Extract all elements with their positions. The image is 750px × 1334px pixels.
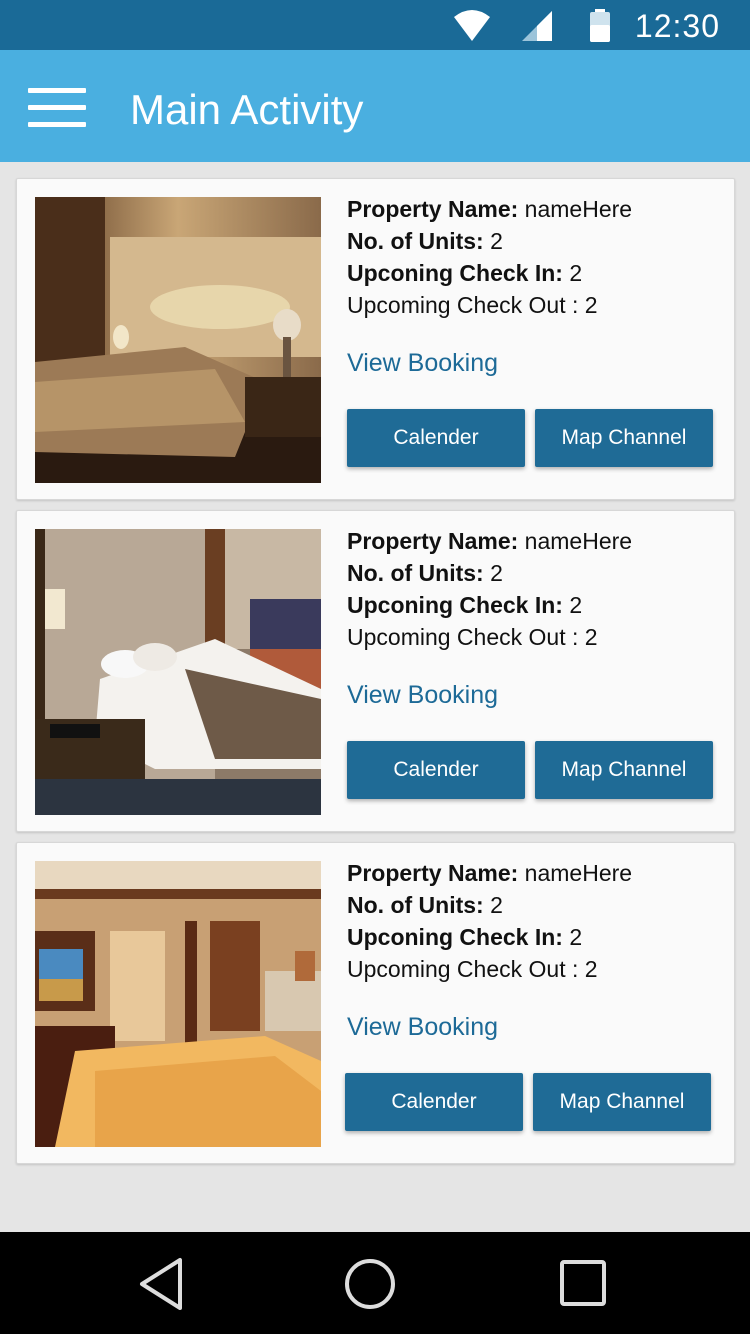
check-out-label: Upcoming Check Out bbox=[347, 292, 566, 318]
back-icon[interactable] bbox=[134, 1256, 190, 1312]
check-out-value: : 2 bbox=[571, 956, 598, 982]
calendar-button[interactable]: Calender bbox=[347, 409, 525, 467]
check-in-value: 2 bbox=[569, 924, 583, 950]
view-booking-link[interactable]: View Booking bbox=[347, 349, 498, 378]
property-name-value: nameHere bbox=[524, 196, 633, 222]
page-title: Main Activity bbox=[130, 86, 364, 133]
check-out-value: : 2 bbox=[571, 624, 598, 650]
property-name-value: nameHere bbox=[524, 860, 633, 886]
wifi-icon bbox=[452, 9, 492, 48]
check-in-label: Upconing Check In: bbox=[347, 260, 563, 286]
check-in-value: 2 bbox=[569, 592, 583, 618]
units-label: No. of Units: bbox=[347, 228, 484, 254]
property-info: Property Name: nameHere No. of Units: 2 … bbox=[347, 193, 727, 321]
property-name-label: Property Name: bbox=[347, 196, 519, 222]
property-photo bbox=[35, 861, 321, 1147]
check-out-label: Upcoming Check Out bbox=[347, 956, 566, 982]
units-label: No. of Units: bbox=[347, 560, 484, 586]
map-channel-button[interactable]: Map Channel bbox=[535, 409, 713, 467]
check-in-label: Upconing Check In: bbox=[347, 592, 563, 618]
property-info: Property Name: nameHere No. of Units: 2 … bbox=[347, 857, 727, 985]
battery-icon bbox=[588, 9, 612, 48]
system-nav-bar bbox=[0, 1232, 750, 1334]
status-bar: 12:30 bbox=[0, 0, 750, 50]
units-value: 2 bbox=[490, 560, 503, 586]
recents-icon[interactable] bbox=[556, 1256, 612, 1312]
check-in-value: 2 bbox=[569, 260, 583, 286]
property-card: Property Name: nameHere No. of Units: 2 … bbox=[16, 510, 735, 832]
units-value: 2 bbox=[490, 892, 503, 918]
property-photo bbox=[35, 529, 321, 815]
calendar-button[interactable]: Calender bbox=[347, 741, 525, 799]
view-booking-link[interactable]: View Booking bbox=[347, 1013, 498, 1042]
property-photo bbox=[35, 197, 321, 483]
units-label: No. of Units: bbox=[347, 892, 484, 918]
app-bar: Main Activity bbox=[0, 50, 750, 162]
property-name-label: Property Name: bbox=[347, 860, 519, 886]
check-out-label: Upcoming Check Out bbox=[347, 624, 566, 650]
property-name-value: nameHere bbox=[524, 528, 633, 554]
signal-icon bbox=[520, 9, 554, 48]
property-card: Property Name: nameHere No. of Units: 2 … bbox=[16, 842, 735, 1164]
check-out-value: : 2 bbox=[571, 292, 598, 318]
check-in-label: Upconing Check In: bbox=[347, 924, 563, 950]
property-name-label: Property Name: bbox=[347, 528, 519, 554]
property-list: Property Name: nameHere No. of Units: 2 … bbox=[0, 162, 750, 1232]
hamburger-menu-icon[interactable] bbox=[28, 88, 86, 128]
calendar-button[interactable]: Calender bbox=[345, 1073, 523, 1131]
property-info: Property Name: nameHere No. of Units: 2 … bbox=[347, 525, 727, 653]
map-channel-button[interactable]: Map Channel bbox=[533, 1073, 711, 1131]
home-icon[interactable] bbox=[342, 1256, 398, 1312]
property-card: Property Name: nameHere No. of Units: 2 … bbox=[16, 178, 735, 500]
map-channel-button[interactable]: Map Channel bbox=[535, 741, 713, 799]
status-time: 12:30 bbox=[634, 8, 720, 44]
view-booking-link[interactable]: View Booking bbox=[347, 681, 498, 710]
units-value: 2 bbox=[490, 228, 503, 254]
